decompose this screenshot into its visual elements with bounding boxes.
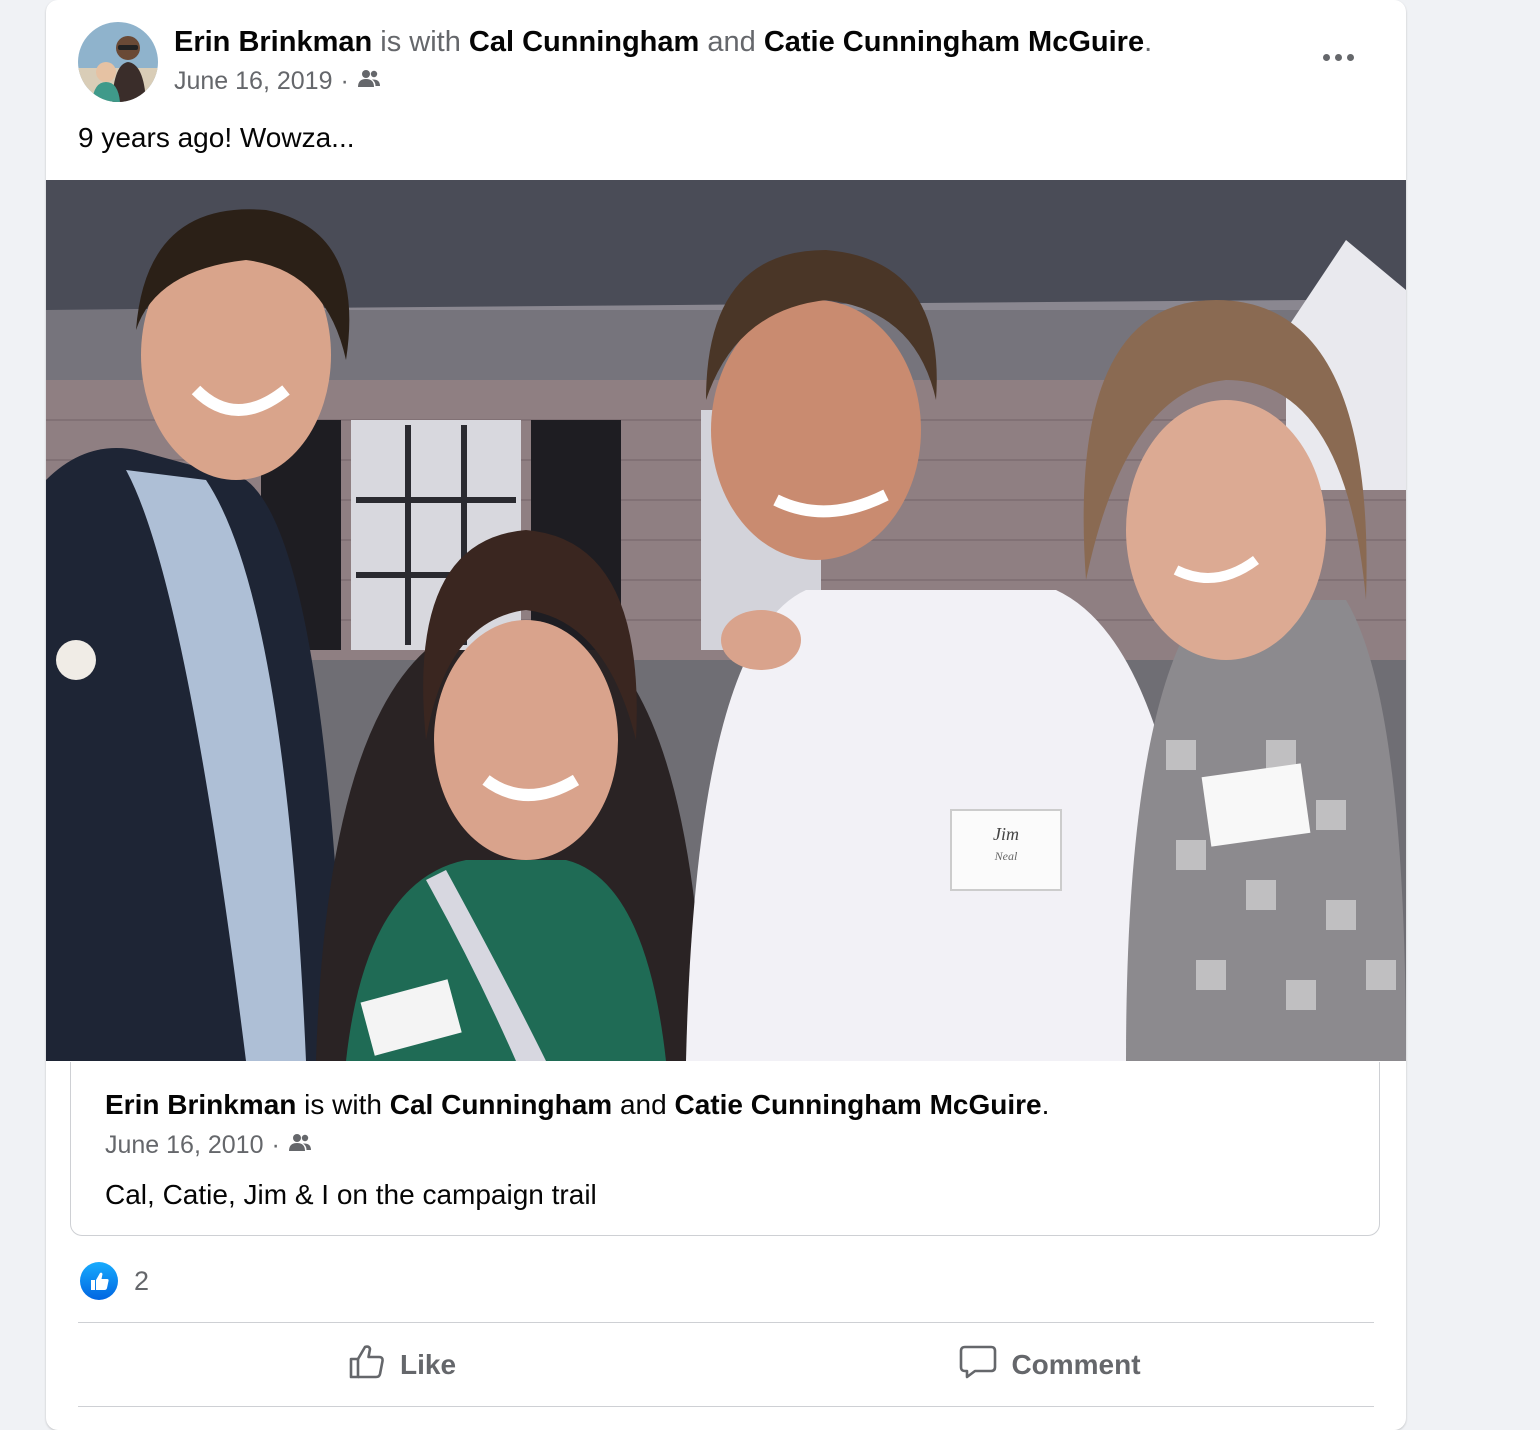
shared-memory-box[interactable]: Erin Brinkman is with Cal Cunningham and…	[70, 1062, 1380, 1236]
friends-icon[interactable]	[288, 1130, 312, 1160]
post-card: Erin Brinkman is with Cal Cunningham and…	[46, 0, 1406, 1430]
divider	[78, 1406, 1374, 1407]
divider	[78, 1322, 1374, 1323]
author-avatar[interactable]	[78, 22, 158, 102]
and-text: and	[707, 26, 756, 58]
separator: ·	[271, 1131, 280, 1159]
period: .	[1041, 1089, 1050, 1120]
reactions-summary[interactable]: 2	[80, 1262, 149, 1300]
separator: ·	[340, 67, 349, 95]
more-options-icon[interactable]	[1318, 44, 1358, 70]
shared-header: Erin Brinkman is with Cal Cunningham and…	[105, 1088, 1049, 1122]
author-name-link[interactable]: Erin Brinkman	[105, 1089, 296, 1120]
period: .	[1144, 26, 1153, 58]
name-tag-text: Neal	[994, 849, 1018, 863]
author-name-link[interactable]: Erin Brinkman	[174, 26, 372, 58]
tagged-person-link[interactable]: Cal Cunningham	[390, 1089, 612, 1120]
reaction-count: 2	[134, 1265, 150, 1296]
action-bar: Like Comment	[78, 1324, 1374, 1406]
comment-button[interactable]: Comment	[726, 1324, 1374, 1406]
comment-label: Comment	[1011, 1349, 1141, 1380]
post-meta: June 16, 2019 ·	[174, 66, 381, 96]
with-text: is with	[380, 26, 461, 58]
post-date-link[interactable]: June 16, 2019	[174, 66, 332, 96]
tagged-person-link[interactable]: Catie Cunningham McGuire	[674, 1089, 1041, 1120]
shared-date-link[interactable]: June 16, 2010	[105, 1130, 263, 1160]
comment-icon	[959, 1344, 997, 1387]
shared-meta: June 16, 2010 ·	[105, 1130, 312, 1160]
post-header: Erin Brinkman is with Cal Cunningham and…	[174, 24, 1152, 60]
and-text: and	[619, 1089, 667, 1120]
post-photo[interactable]: Jim Neal	[46, 180, 1406, 1061]
like-reaction-icon	[80, 1262, 118, 1300]
like-button[interactable]: Like	[78, 1324, 726, 1406]
tagged-person-link[interactable]: Catie Cunningham McGuire	[764, 26, 1144, 58]
with-text: is with	[304, 1089, 382, 1120]
friends-icon[interactable]	[357, 66, 381, 96]
post-text: 9 years ago! Wowza...	[78, 122, 355, 153]
like-label: Like	[399, 1349, 457, 1380]
thumbs-up-icon	[348, 1344, 386, 1387]
name-tag-text: Jim	[993, 824, 1019, 844]
tagged-person-link[interactable]: Cal Cunningham	[469, 26, 699, 58]
shared-text: Cal, Catie, Jim & I on the campaign trai…	[105, 1179, 597, 1210]
